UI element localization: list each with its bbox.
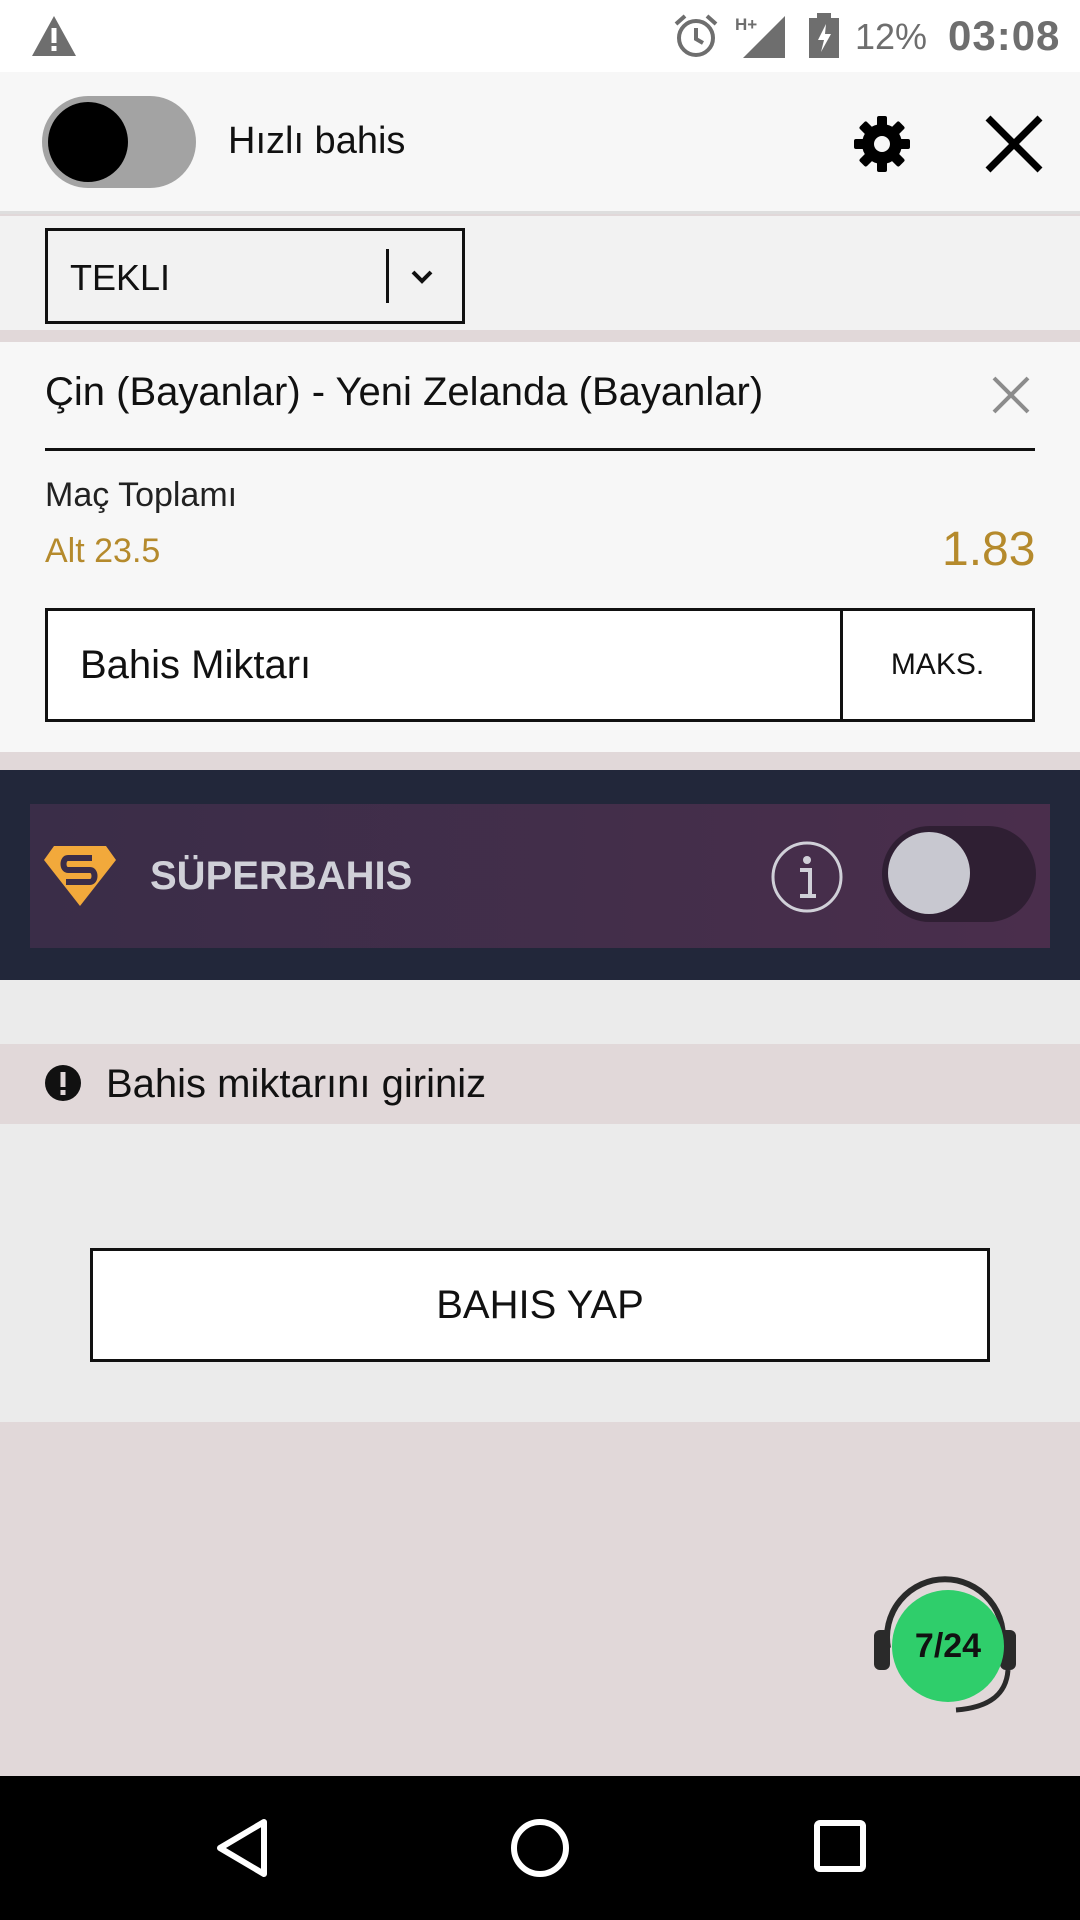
signal-icon: H+: [735, 15, 785, 58]
superbet-panel: SÜPERBAHIS: [30, 804, 1050, 948]
place-bet-button[interactable]: BAHIS YAP: [90, 1248, 990, 1362]
bet-selection-card: Çin (Bayanlar) - Yeni Zelanda (Bayanlar)…: [0, 342, 1080, 752]
bet-type-value: TEKLI: [70, 257, 171, 298]
gear-icon[interactable]: [852, 114, 912, 174]
max-stake-button[interactable]: MAKS.: [840, 611, 1032, 719]
superbet-title: SÜPERBAHIS: [150, 854, 413, 898]
system-nav-bar: [0, 1776, 1080, 1920]
quick-bet-label: Hızlı bahis: [228, 120, 406, 162]
betslip-footer: Bahis miktarını giriniz BAHIS YAP: [0, 980, 1080, 1422]
bet-type-dropdown[interactable]: TEKLI: [45, 228, 465, 324]
remove-selection-icon[interactable]: [990, 374, 1032, 416]
divider: [45, 448, 1035, 451]
warning-bar: Bahis miktarını giriniz: [0, 1044, 1080, 1124]
warning-icon: [32, 16, 76, 56]
stake-box: MAKS.: [45, 608, 1035, 722]
odds-value: 1.83: [942, 523, 1036, 576]
superbet-band: SÜPERBAHIS: [0, 770, 1080, 980]
live-support-button[interactable]: 7/24: [860, 1562, 1030, 1722]
match-title: Çin (Bayanlar) - Yeni Zelanda (Bayanlar): [45, 370, 764, 414]
alarm-icon: [674, 14, 718, 57]
dropdown-divider: [386, 249, 389, 303]
market-name: Maç Toplamı: [45, 476, 238, 514]
chevron-down-icon: [411, 270, 433, 284]
warning-text: Bahis miktarını giriniz: [106, 1062, 487, 1106]
close-icon[interactable]: [982, 112, 1046, 176]
stake-input[interactable]: [48, 611, 840, 719]
back-icon[interactable]: [212, 1816, 272, 1880]
quick-bet-toggle[interactable]: [42, 96, 196, 188]
superbet-toggle[interactable]: [882, 826, 1036, 922]
recents-icon[interactable]: [812, 1818, 868, 1874]
status-bar: H+ 12% 03:08: [0, 0, 1080, 72]
betslip-header: Hızlı bahis: [0, 72, 1080, 214]
clock: 03:08: [948, 12, 1061, 59]
toggle-knob: [888, 832, 970, 914]
support-badge: 7/24: [892, 1590, 1004, 1702]
exclamation-icon: [45, 1065, 81, 1101]
network-label: H+: [735, 15, 757, 34]
superbet-logo-icon: [44, 846, 116, 906]
info-icon[interactable]: [770, 840, 844, 914]
battery-percent: 12%: [855, 16, 928, 57]
toggle-knob: [48, 102, 128, 182]
home-icon[interactable]: [508, 1816, 572, 1880]
outcome-label: Alt 23.5: [45, 532, 161, 570]
battery-icon: [809, 13, 839, 58]
bet-type-section: TEKLI: [0, 216, 1080, 336]
